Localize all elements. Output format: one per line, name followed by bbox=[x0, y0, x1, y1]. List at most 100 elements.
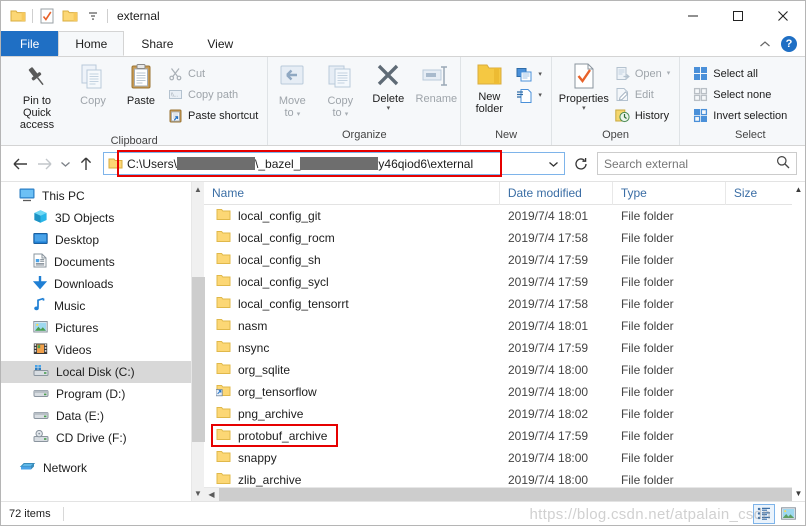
table-row[interactable]: org_sqlite 2019/7/4 18:00 File folder bbox=[204, 359, 792, 381]
copy-button[interactable]: Copy bbox=[69, 60, 117, 109]
scroll-up-icon[interactable]: ▲ bbox=[192, 182, 205, 197]
column-header-size[interactable]: Size bbox=[726, 182, 792, 205]
search-input[interactable]: Search external bbox=[604, 157, 776, 171]
copy-to-button[interactable]: Copy to ▾ bbox=[316, 60, 364, 121]
nav-item-data-e[interactable]: Data (E:) bbox=[1, 405, 191, 427]
easy-access-icon bbox=[516, 88, 533, 104]
details-view-icon[interactable] bbox=[753, 503, 775, 524]
forward-button[interactable] bbox=[33, 153, 55, 175]
scroll-up-icon[interactable]: ▲ bbox=[792, 182, 805, 197]
chevron-down-icon[interactable] bbox=[542, 160, 564, 168]
nav-item-videos[interactable]: Videos bbox=[1, 339, 191, 361]
file-list-horizontal-scrollbar[interactable]: ◀ bbox=[204, 487, 792, 502]
table-row[interactable]: org_tensorflow 2019/7/4 18:00 File folde… bbox=[204, 381, 792, 403]
easy-access-button[interactable]: ▾ bbox=[513, 85, 547, 106]
close-button[interactable] bbox=[760, 1, 805, 31]
nav-item-cd-drive-f[interactable]: CD Drive (F:) bbox=[1, 427, 191, 449]
recent-locations-button[interactable] bbox=[57, 153, 73, 175]
chevron-down-icon[interactable]: ▾ bbox=[538, 71, 542, 78]
tab-home[interactable]: Home bbox=[58, 31, 125, 56]
table-row[interactable]: local_config_sycl 2019/7/4 17:59 File fo… bbox=[204, 271, 792, 293]
file-date: 2019/7/4 17:59 bbox=[507, 429, 589, 443]
file-type: File folder bbox=[620, 429, 674, 443]
tab-share[interactable]: Share bbox=[124, 31, 190, 56]
chevron-down-icon[interactable]: ▾ bbox=[297, 111, 301, 118]
nav-label: Local Disk (C:) bbox=[56, 365, 135, 379]
refresh-button[interactable] bbox=[571, 157, 591, 171]
chevron-down-icon[interactable]: ▾ bbox=[387, 105, 391, 112]
chevron-down-icon[interactable]: ▾ bbox=[345, 111, 349, 118]
up-button[interactable] bbox=[75, 153, 97, 175]
column-header-name[interactable]: Name bbox=[204, 181, 500, 205]
collapse-ribbon-icon[interactable] bbox=[759, 37, 771, 51]
large-icons-view-icon[interactable] bbox=[777, 504, 799, 524]
nav-item-local-disk-c[interactable]: Local Disk (C:) bbox=[1, 361, 191, 383]
nav-item-downloads[interactable]: Downloads bbox=[1, 273, 191, 295]
nav-item-desktop[interactable]: Desktop bbox=[1, 229, 191, 251]
scroll-down-icon[interactable]: ▼ bbox=[792, 486, 805, 501]
select-none-button[interactable]: Select none bbox=[690, 84, 792, 105]
new-item-button[interactable]: ▾ bbox=[513, 64, 547, 85]
search-box[interactable]: Search external bbox=[597, 152, 797, 175]
delete-button[interactable]: Delete ▾ bbox=[364, 60, 412, 114]
column-header-type[interactable]: Type bbox=[613, 181, 726, 205]
table-row[interactable]: protobuf_archive 2019/7/4 17:59 File fol… bbox=[204, 424, 792, 447]
table-row[interactable]: local_config_sh 2019/7/4 17:59 File fold… bbox=[204, 249, 792, 271]
nav-item-documents[interactable]: Documents bbox=[1, 251, 191, 273]
address-path[interactable]: C:\Users\ \_bazel_ y46qiod6\external bbox=[127, 153, 542, 174]
minimize-button[interactable] bbox=[670, 1, 715, 31]
properties-checkmark-icon[interactable] bbox=[38, 7, 56, 25]
open-button[interactable]: Open ▾ bbox=[612, 63, 675, 84]
copy-path-button[interactable]: \\... Copy path bbox=[165, 84, 263, 105]
table-row[interactable]: nasm 2019/7/4 18:01 File folder bbox=[204, 315, 792, 337]
navpane-scrollbar[interactable]: ▲ ▼ bbox=[191, 182, 205, 501]
tab-file[interactable]: File bbox=[1, 31, 59, 56]
nav-item-this-pc[interactable]: This PC bbox=[1, 185, 191, 207]
back-button[interactable] bbox=[9, 153, 31, 175]
properties-button[interactable]: Properties ▾ bbox=[556, 60, 612, 114]
tab-view[interactable]: View bbox=[190, 31, 250, 56]
folder-icon[interactable] bbox=[61, 7, 79, 25]
scroll-left-icon[interactable]: ◀ bbox=[204, 490, 219, 499]
nav-label: Documents bbox=[54, 255, 115, 269]
pin-to-quick-access-button[interactable]: Pin to Quick access bbox=[5, 60, 69, 133]
history-button[interactable]: History bbox=[612, 105, 675, 126]
column-header-date-modified[interactable]: Date modified bbox=[500, 181, 613, 205]
maximize-button[interactable] bbox=[715, 1, 760, 31]
nav-item-pictures[interactable]: Pictures bbox=[1, 317, 191, 339]
nav-item-program-d[interactable]: Program (D:) bbox=[1, 383, 191, 405]
cut-button[interactable]: Cut bbox=[165, 63, 263, 84]
file-list-scrollbar[interactable]: ▲ ▼ bbox=[792, 182, 805, 501]
group-label-open: Open bbox=[602, 129, 630, 141]
help-icon[interactable]: ? bbox=[781, 35, 797, 52]
paste-button[interactable]: Paste bbox=[117, 60, 165, 109]
table-row[interactable]: png_archive 2019/7/4 18:02 File folder bbox=[204, 403, 792, 425]
chevron-down-icon[interactable]: ▾ bbox=[582, 105, 586, 112]
table-row[interactable]: local_config_git 2019/7/4 18:01 File fol… bbox=[204, 205, 792, 227]
folder-icon[interactable] bbox=[9, 7, 27, 25]
title-bar: external bbox=[1, 1, 805, 31]
table-row[interactable]: zlib_archive 2019/7/4 18:00 File folder bbox=[204, 469, 792, 487]
address-bar[interactable]: C:\Users\ \_bazel_ y46qiod6\external bbox=[103, 150, 565, 177]
chevron-down-icon[interactable]: ▾ bbox=[538, 92, 542, 99]
new-item-icon bbox=[516, 67, 533, 83]
chevron-down-icon[interactable]: ▾ bbox=[667, 70, 671, 77]
new-folder-button[interactable]: New folder bbox=[465, 60, 513, 117]
horizontal-scroll-thumb[interactable] bbox=[219, 487, 792, 502]
table-row[interactable]: local_config_rocm 2019/7/4 17:58 File fo… bbox=[204, 227, 792, 249]
scroll-down-icon[interactable]: ▼ bbox=[192, 486, 205, 501]
move-to-button[interactable]: Move to ▾ bbox=[268, 60, 316, 121]
rename-button[interactable]: Rename bbox=[412, 60, 460, 107]
select-all-button[interactable]: Select all bbox=[690, 63, 792, 84]
search-icon[interactable] bbox=[776, 155, 790, 172]
chevron-down-icon[interactable] bbox=[84, 7, 102, 25]
paste-shortcut-button[interactable]: Paste shortcut bbox=[165, 105, 263, 126]
table-row[interactable]: local_config_tensorrt 2019/7/4 17:58 Fil… bbox=[204, 293, 792, 315]
nav-item-network[interactable]: Network bbox=[1, 457, 191, 479]
nav-item-3d-objects[interactable]: 3D Objects bbox=[1, 207, 191, 229]
table-row[interactable]: nsync 2019/7/4 17:59 File folder bbox=[204, 337, 792, 359]
edit-button[interactable]: Edit bbox=[612, 84, 675, 105]
invert-selection-button[interactable]: Invert selection bbox=[690, 105, 792, 126]
table-row[interactable]: snappy 2019/7/4 18:00 File folder bbox=[204, 447, 792, 469]
nav-item-music[interactable]: Music bbox=[1, 295, 191, 317]
